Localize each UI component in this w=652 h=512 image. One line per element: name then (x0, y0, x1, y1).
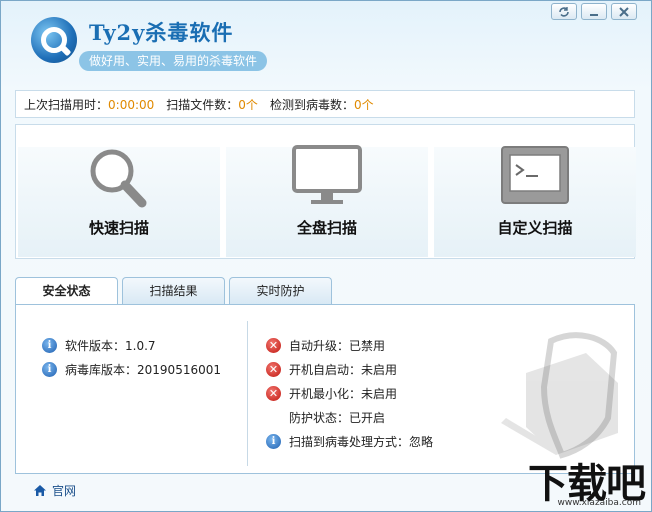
app-slogan: 做好用、实用、易用的杀毒软件 (79, 51, 268, 71)
tab-realtime-protection[interactable]: 实时防护 (229, 277, 332, 305)
files-scanned-stat: 扫描文件数：0个 (166, 97, 258, 112)
virus-db-version-row: i 病毒库版本： 20190516001 (42, 361, 221, 378)
error-icon: ✕ (266, 386, 281, 401)
quick-scan-label: 快速扫描 (88, 219, 149, 237)
software-version-row: i 软件版本： 1.0.7 (42, 337, 156, 354)
tab-bar: 安全状态 扫描结果 实时防护 (15, 277, 332, 306)
auto-upgrade-row: ✕ 自动升级： 已禁用 (266, 337, 385, 354)
full-scan-button[interactable]: 全盘扫描 (226, 145, 428, 257)
home-icon (34, 485, 46, 496)
magnifier-icon (90, 149, 147, 208)
scan-panel: 快速扫描 全盘扫描 自定义扫描 (15, 124, 636, 259)
website-link[interactable]: 官网 (33, 482, 76, 499)
app-window: Ty2y杀毒软件 做好用、实用、易用的杀毒软件 上次扫描用时：0:00:00 扫… (0, 0, 652, 512)
full-scan-label: 全盘扫描 (296, 219, 357, 237)
info-icon: i (42, 362, 57, 377)
virus-handling-row: i 扫描到病毒处理方式： 忽略 (266, 433, 433, 450)
app-title: Ty2y杀毒软件 (89, 20, 234, 45)
close-icon[interactable] (611, 3, 637, 20)
custom-scan-label: 自定义扫描 (497, 219, 573, 237)
monitor-icon (292, 145, 362, 204)
watermark-url: www.xiazaiba.com (557, 498, 641, 508)
security-status-panel: i 软件版本： 1.0.7 i 病毒库版本： 20190516001 ✕ 自动升级：… (15, 304, 635, 474)
info-icon: i (42, 338, 57, 353)
minimize-icon[interactable] (581, 3, 607, 20)
shield-laptop-icon (501, 332, 618, 459)
terminal-icon (501, 146, 569, 204)
quick-scan-button[interactable]: 快速扫描 (18, 147, 220, 257)
start-minimized-row: ✕ 开机最小化： 未启用 (266, 385, 397, 402)
error-icon: ✕ (266, 362, 281, 377)
protection-status-row: 防护状态： 已开启 (289, 411, 386, 425)
panel-divider (247, 321, 248, 466)
info-icon: i (266, 434, 281, 449)
app-logo-icon (31, 17, 77, 63)
scan-stats-bar: 上次扫描用时：0:00:00 扫描文件数：0个 检测到病毒数：0个 (15, 90, 635, 118)
tab-security-status[interactable]: 安全状态 (15, 277, 118, 306)
autostart-row: ✕ 开机自启动： 未启用 (266, 361, 397, 378)
last-scan-stat: 上次扫描用时：0:00:00 (24, 97, 155, 112)
tab-scan-results[interactable]: 扫描结果 (122, 277, 225, 305)
error-icon: ✕ (266, 338, 281, 353)
viruses-detected-stat: 检测到病毒数：0个 (269, 97, 374, 112)
custom-scan-button[interactable]: 自定义扫描 (434, 146, 636, 257)
window-controls (551, 3, 637, 20)
restore-icon[interactable] (551, 3, 577, 20)
